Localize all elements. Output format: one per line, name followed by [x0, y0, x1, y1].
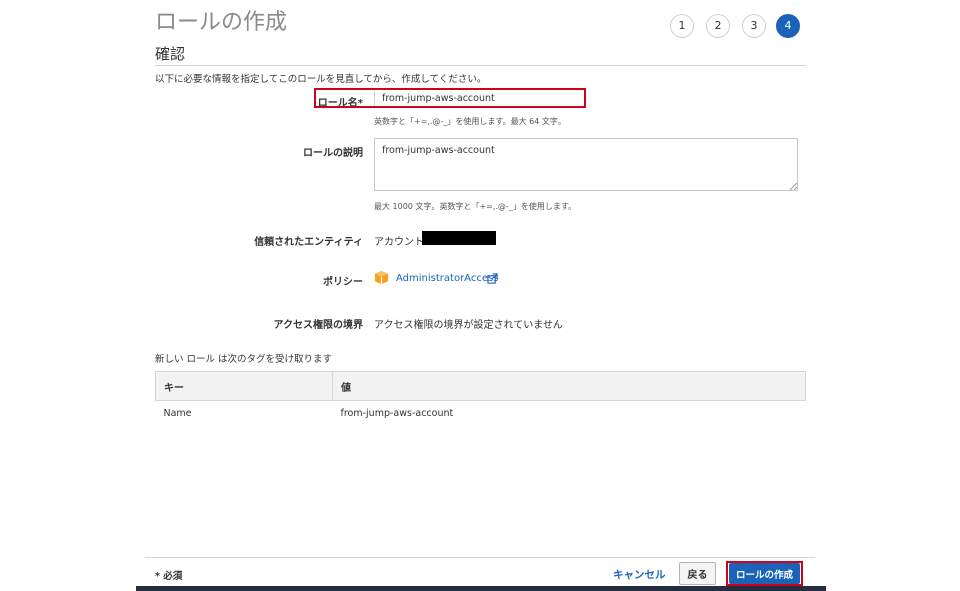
role-name-input[interactable] [374, 91, 587, 106]
tags-column-value: 値 [332, 371, 806, 401]
create-role-button[interactable]: ロールの作成 [729, 563, 800, 584]
trusted-entity-label: 信頼されたエンティティ [254, 237, 363, 248]
back-button[interactable]: 戻る [679, 562, 716, 585]
tag-key-cell: Name [163, 407, 192, 419]
tag-value-cell: from-jump-aws-account [340, 407, 454, 419]
policy-label: ポリシー [323, 277, 363, 288]
step-2[interactable]: 2 [706, 14, 730, 38]
tags-table: キー 値 Name from-jump-aws-account [155, 371, 806, 425]
tags-column-key: キー [155, 371, 333, 401]
permissions-boundary-label: アクセス権限の境界 [273, 320, 364, 331]
managed-policy-box-icon [374, 270, 389, 285]
bottom-bar [136, 586, 826, 591]
administrator-access-link[interactable]: AdministratorAccess [396, 273, 498, 284]
role-name-hint: 英数字と「+=,.@-_」を使用します。最大 64 文字。 [374, 117, 566, 126]
step-3[interactable]: 3 [742, 14, 766, 38]
permissions-boundary-value: アクセス権限の境界が設定されていません [374, 320, 563, 331]
tags-caption: 新しい ロール は次のタグを受け取ります [155, 354, 333, 365]
step-4-current: 4 [776, 14, 800, 38]
required-note: * 必須 [155, 571, 183, 582]
intro-text: 以下に必要な情報を指定してこのロールを見直してから、作成してください。 [155, 74, 487, 85]
external-link-icon[interactable] [487, 273, 498, 284]
trusted-entity-value: アカウント [374, 237, 424, 248]
page-title: ロールの作成 [155, 10, 288, 35]
role-description-hint: 最大 1000 文字。英数字と「+=,.@-_」を使用します。 [374, 202, 577, 211]
section-divider [155, 65, 806, 66]
role-description-label: ロールの説明 [303, 148, 363, 159]
footer-divider [145, 557, 815, 558]
role-description-textarea[interactable]: from-jump-aws-account [374, 138, 798, 191]
cancel-link[interactable]: キャンセル [613, 567, 666, 582]
table-row: Name from-jump-aws-account [156, 401, 806, 426]
step-1[interactable]: 1 [670, 14, 694, 38]
section-title: 確認 [155, 45, 186, 63]
redacted-account-id [422, 231, 496, 245]
resize-grip-icon[interactable] [789, 182, 797, 190]
